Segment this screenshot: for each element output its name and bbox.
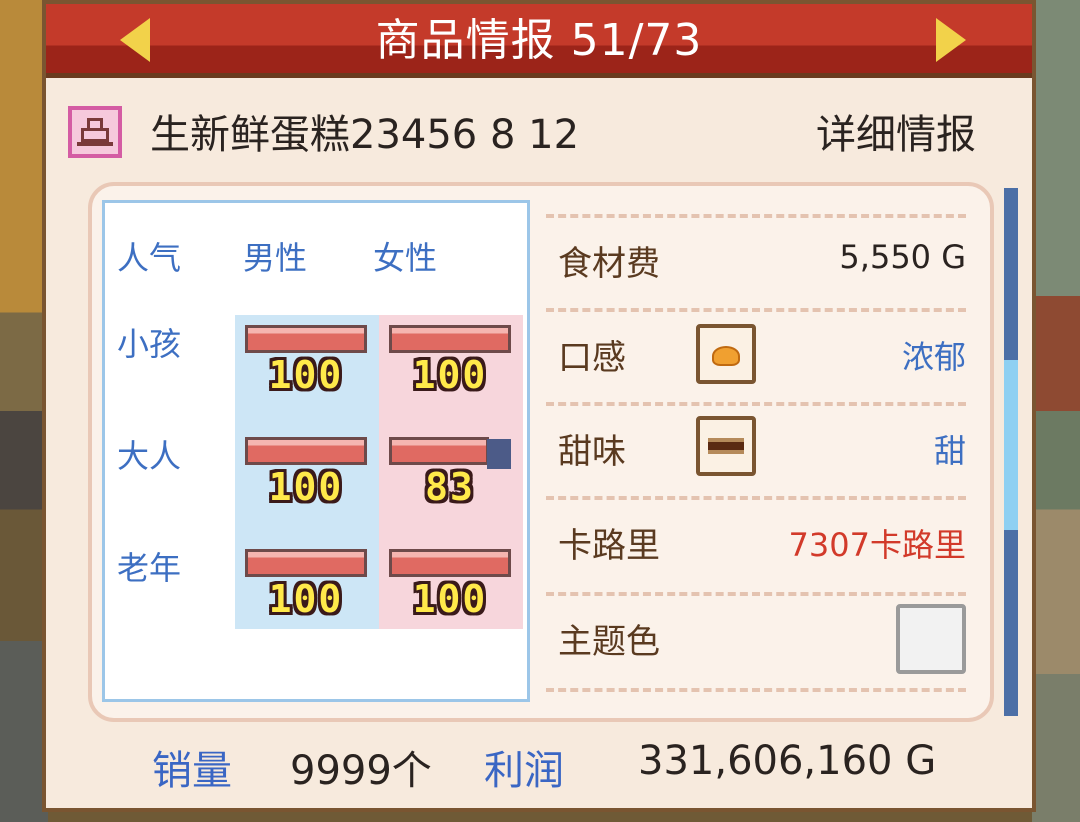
theme-color-label: 主题色 [558,622,660,662]
detail-info-button[interactable]: 详细情报 [816,108,976,162]
popularity-bar [389,437,489,465]
popularity-grid: 人气 男性 女性 小孩 大人 老年 100 100 100 83 100 100 [102,200,530,702]
popularity-value: 100 [268,465,344,509]
popularity-value: 100 [412,353,488,397]
panel-title: 商品情报 51/73 [375,15,703,66]
cost-label: 食材费 [558,244,660,284]
sweetness-value: 甜 [933,432,966,470]
cost-value: 5,550 G [839,238,966,276]
popularity-value: 100 [268,353,344,397]
background-left [0,0,48,822]
sales-label: 销量 [152,748,232,794]
sales-value: 9999个 [290,748,432,794]
calorie-value: 7307卡路里 [788,526,966,564]
theme-color-swatch[interactable] [896,604,966,674]
row-label-adult: 大人 [117,437,182,475]
popularity-bar [389,325,511,353]
calorie-label: 卡路里 [558,526,660,566]
cake-icon [68,106,122,158]
popularity-value: 83 [425,465,475,509]
male-header: 男性 [243,239,308,277]
stat-row-cost: 食材费 5,550 G [546,218,966,312]
sweetness-chocolate-icon [696,416,756,476]
profit-label: 利润 [484,748,564,794]
texture-bun-icon [696,324,756,384]
stat-row-theme-color: 主题色 [546,596,966,690]
scrollbar-thumb[interactable] [1004,360,1018,530]
popularity-bar [245,437,367,465]
product-name: 生新鲜蛋糕23456 8 12 [150,112,580,158]
scrollbar[interactable] [1004,188,1018,716]
texture-label: 口感 [558,338,626,378]
popularity-bar [389,549,511,577]
popularity-label: 人气 [117,239,182,277]
next-arrow-icon[interactable] [936,18,966,62]
profit-value: 331,606,160 G [638,738,937,784]
popularity-value: 100 [268,577,344,621]
female-header: 女性 [373,239,438,277]
popularity-bar [245,549,367,577]
stat-row-calories: 卡路里 7307卡路里 [546,500,966,594]
previous-arrow-icon[interactable] [120,18,150,62]
product-info-panel: 商品情报 51/73 生新鲜蛋糕23456 8 12 详细情报 人气 男性 女性… [42,0,1036,812]
texture-value: 浓郁 [901,338,966,376]
popularity-bar [245,325,367,353]
stat-row-texture: 口感 浓郁 [546,312,966,406]
stat-row-sweetness: 甜味 甜 [546,406,966,500]
popularity-value: 100 [412,577,488,621]
background-right [1032,0,1080,822]
row-label-elderly: 老年 [117,549,182,587]
divider [546,688,966,692]
sweetness-label: 甜味 [558,432,626,472]
row-label-child: 小孩 [117,325,182,363]
